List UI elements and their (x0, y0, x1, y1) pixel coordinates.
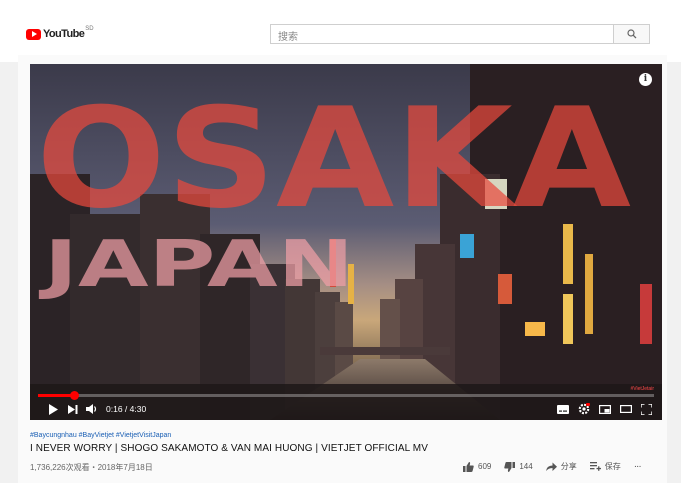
settings-button[interactable] (578, 398, 590, 420)
fullscreen-icon (641, 403, 652, 415)
dislike-count: 144 (519, 462, 533, 471)
like-button[interactable]: 609 (463, 461, 492, 472)
theater-icon (620, 405, 632, 413)
miniplayer-button[interactable] (599, 398, 611, 420)
video-actions: 609 144 分享 保存 ··· (463, 461, 654, 472)
masthead: YouTube SD 搜索 (0, 0, 681, 62)
play-icon (49, 403, 58, 415)
like-count: 609 (478, 462, 492, 471)
player-controls: 0:16 / 4:30 (30, 398, 662, 420)
logo-text: YouTube (43, 28, 85, 40)
save-button[interactable]: 保存 (589, 461, 621, 472)
logo-region: SD (85, 26, 94, 32)
theater-mode-button[interactable] (620, 398, 632, 420)
play-button[interactable] (44, 398, 62, 420)
play-logo-icon (26, 28, 41, 40)
overlay-subtitle: JAPAN (38, 228, 354, 302)
fullscreen-button[interactable] (641, 398, 652, 420)
search-button[interactable] (613, 24, 650, 44)
miniplayer-icon (599, 404, 611, 414)
video-frame: OSAKA JAPAN (30, 64, 662, 420)
volume-icon (86, 404, 97, 414)
share-button[interactable]: 分享 (545, 461, 577, 472)
video-hashtags[interactable]: #Baycungnhau #BayVietjet #VietjetVisitJa… (30, 432, 171, 439)
dislike-button[interactable]: 144 (504, 461, 533, 472)
time-display: 0:16 / 4:30 (106, 404, 147, 414)
progress-bar[interactable] (38, 391, 654, 400)
subtitles-button[interactable] (557, 398, 569, 420)
gear-icon (578, 403, 590, 415)
subtitles-icon (557, 404, 569, 414)
video-title: I NEVER WORRY | SHOGO SAKAMOTO & VAN MAI… (30, 443, 428, 454)
youtube-logo[interactable]: YouTube SD (26, 26, 94, 41)
search-icon (626, 29, 636, 39)
search-placeholder: 搜索 (278, 32, 298, 43)
channel-watermark: #VietJetair (630, 386, 654, 392)
overlay-title: OSAKA (36, 78, 631, 239)
video-player[interactable]: OSAKA JAPAN i #VietJetair 0:16 / 4:30 (30, 64, 662, 420)
more-icon: ··· (633, 461, 642, 472)
info-icon[interactable]: i (639, 73, 652, 86)
share-icon (545, 462, 557, 471)
playlist-add-icon (589, 462, 601, 471)
more-actions-button[interactable]: ··· (633, 461, 642, 472)
next-button[interactable] (62, 398, 84, 420)
volume-button[interactable] (84, 398, 100, 420)
thumbs-up-icon (463, 461, 474, 472)
view-count-date: 1,736,226次观看・2018年7月18日 (30, 463, 153, 472)
skip-next-icon (68, 404, 78, 414)
player-right-controls (557, 398, 652, 420)
progress-played (38, 394, 75, 397)
share-label: 分享 (560, 462, 577, 471)
search-input[interactable]: 搜索 (270, 24, 614, 44)
save-label: 保存 (604, 462, 621, 471)
thumbs-down-icon (504, 461, 516, 472)
